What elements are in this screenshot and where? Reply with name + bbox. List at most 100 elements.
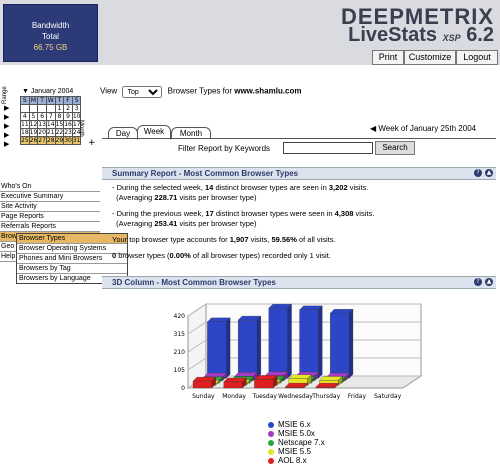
nav-item-whos-on[interactable]: Who's On <box>0 182 100 192</box>
search-button[interactable]: Search <box>375 141 415 155</box>
calendar-day[interactable]: 14 <box>45 120 56 129</box>
bar <box>207 321 227 379</box>
bar <box>223 381 243 389</box>
calendar-day[interactable]: 2 <box>63 104 73 113</box>
calendar-day[interactable]: 20 <box>37 128 47 137</box>
summary-text: visits. <box>349 183 369 192</box>
nav-item-site-activity[interactable]: Site Activity <box>0 202 100 212</box>
chart-section-title: 3D Column - Most Common Browser Types <box>112 278 276 287</box>
week-select-arrow-icon[interactable]: ▶ <box>4 104 9 112</box>
summary-value: 4,308 <box>334 209 354 218</box>
filter-input[interactable] <box>283 142 373 154</box>
summary-text: visits, <box>250 235 270 244</box>
legend-label: Netscape 7.x <box>278 438 325 447</box>
nav-item-page-reports[interactable]: Page Reports <box>0 212 100 222</box>
calendar-day[interactable]: 18 <box>20 128 30 137</box>
view-text: Browser Types for <box>167 86 232 96</box>
summary-value: 14 <box>205 183 214 192</box>
bar <box>299 309 319 379</box>
view-select[interactable]: Top <box>122 86 163 98</box>
week-select-arrow-icon[interactable]: ▶ <box>4 122 9 130</box>
customize-button[interactable]: Customize <box>404 50 456 65</box>
calendar-day[interactable]: 30 <box>63 136 73 145</box>
calendar-day[interactable]: 11 <box>20 120 30 129</box>
tab-divider <box>102 138 496 139</box>
calendar-day[interactable]: 19 <box>28 128 39 137</box>
calendar-grid: SMTWTFS 1 2 3 4 5 6 7 8 9 10 11 12 13 14 15 16 17 18 19 20 2… <box>20 96 82 145</box>
legend-item: MSIE 5.0x <box>268 430 325 438</box>
logo-version: 6.2 <box>466 24 494 46</box>
calendar-day[interactable]: 25 <box>20 136 30 145</box>
bar <box>237 319 257 379</box>
collapse-icon[interactable]: ▲ <box>485 169 493 177</box>
calendar-day[interactable]: 12 <box>28 120 39 129</box>
legend-item: MSIE 5.5 <box>268 448 325 456</box>
calendar-day[interactable]: 3 <box>71 104 82 113</box>
filter-label: Filter Report by Keywords <box>178 144 271 153</box>
week-select-arrow-icon[interactable]: ▶ <box>4 140 9 148</box>
submenu-phones-mini-browsers[interactable]: Phones and Mini Browsers <box>17 254 127 264</box>
calendar-day[interactable]: 7 <box>45 112 56 121</box>
calendar-day[interactable]: 26 <box>28 136 39 145</box>
nav-item-executive-summary[interactable]: Executive Summary <box>0 192 100 202</box>
calendar-day[interactable]: 27 <box>37 136 47 145</box>
calendar-day[interactable]: 23 <box>63 128 73 137</box>
calendar-day <box>28 104 39 113</box>
summary-text: Your top browser type accounts for <box>112 235 228 244</box>
calendar-month: ▼ January 2004 <box>22 88 74 95</box>
logo-product-name: LiveStats <box>348 24 438 46</box>
summary-value: 1,907 <box>229 235 249 244</box>
week-select-arrow-icon[interactable]: ▶ <box>4 113 9 121</box>
submenu-browser-types[interactable]: Browser Types <box>17 234 127 244</box>
y-tick-label: 105 <box>174 367 186 374</box>
y-tick-label: 420 <box>174 313 186 320</box>
calendar-day[interactable]: 21 <box>45 128 56 137</box>
calendar-day[interactable]: 13 <box>37 120 47 129</box>
calendar-day[interactable]: 29 <box>54 136 65 145</box>
summary-text: visits. <box>355 209 375 218</box>
summary-value: 228.71 <box>154 193 178 202</box>
y-tick-label: 210 <box>174 349 186 356</box>
print-button[interactable]: Print <box>372 50 404 65</box>
calendar-day[interactable]: 22 <box>54 128 65 137</box>
x-tick-label: Monday <box>222 393 246 400</box>
month-label: Month <box>78 120 84 137</box>
summary-text: visits per browser type) <box>179 219 257 228</box>
calendar-day[interactable]: 9 <box>63 112 73 121</box>
calendar-day[interactable]: 6 <box>37 112 47 121</box>
legend-item: MSIE 6.x <box>268 421 325 429</box>
summary-text: During the previous week, <box>116 209 204 218</box>
calendar-day <box>20 104 30 113</box>
calendar-day[interactable]: 4 <box>20 112 30 121</box>
summary-header: Summary Report - Most Common Browser Typ… <box>102 167 496 180</box>
calendar-day-header: S <box>20 96 30 105</box>
help-icon[interactable]: ? <box>474 169 482 177</box>
add-range-icon[interactable]: + <box>88 138 96 148</box>
submenu-browser-operating-systems[interactable]: Browser Operating Systems <box>17 244 127 254</box>
prev-week-icon[interactable]: ◀ <box>370 124 376 133</box>
summary-line-1: - During the selected week, 14 distinct … <box>112 183 369 202</box>
summary-value: 253.41 <box>154 219 178 228</box>
calendar-day[interactable]: 5 <box>28 112 39 121</box>
calendar-day[interactable]: 31 <box>71 136 82 145</box>
calendar-day[interactable]: 1 <box>54 104 65 113</box>
week-select-arrow-icon[interactable]: ▶ <box>4 131 9 139</box>
bandwidth-value: 66.75 GB <box>33 43 68 52</box>
view-row: View Top Browser Types for www.shamlu.co… <box>100 86 302 98</box>
view-label: View <box>100 86 118 96</box>
collapse-icon[interactable]: ▲ <box>485 278 493 286</box>
help-icon[interactable]: ? <box>474 278 482 286</box>
calendar-day[interactable]: 16 <box>63 120 73 129</box>
x-tick-label: Sunday <box>192 393 215 400</box>
bar <box>315 386 335 389</box>
submenu-browsers-by-tag[interactable]: Browsers by Tag <box>17 264 127 274</box>
logout-button[interactable]: Logout <box>456 50 498 65</box>
bar-side <box>318 305 323 379</box>
week-of-label: ◀ Week of January 25th 2004 <box>370 124 476 133</box>
calendar-day[interactable]: 28 <box>45 136 56 145</box>
site-name: www.shamlu.com <box>234 86 302 96</box>
calendar-day[interactable]: 15 <box>54 120 65 129</box>
bandwidth-label: Bandwidth <box>31 21 70 30</box>
calendar-day[interactable]: 8 <box>54 112 65 121</box>
nav-item-referrals-reports[interactable]: Referrals Reports <box>0 222 100 232</box>
